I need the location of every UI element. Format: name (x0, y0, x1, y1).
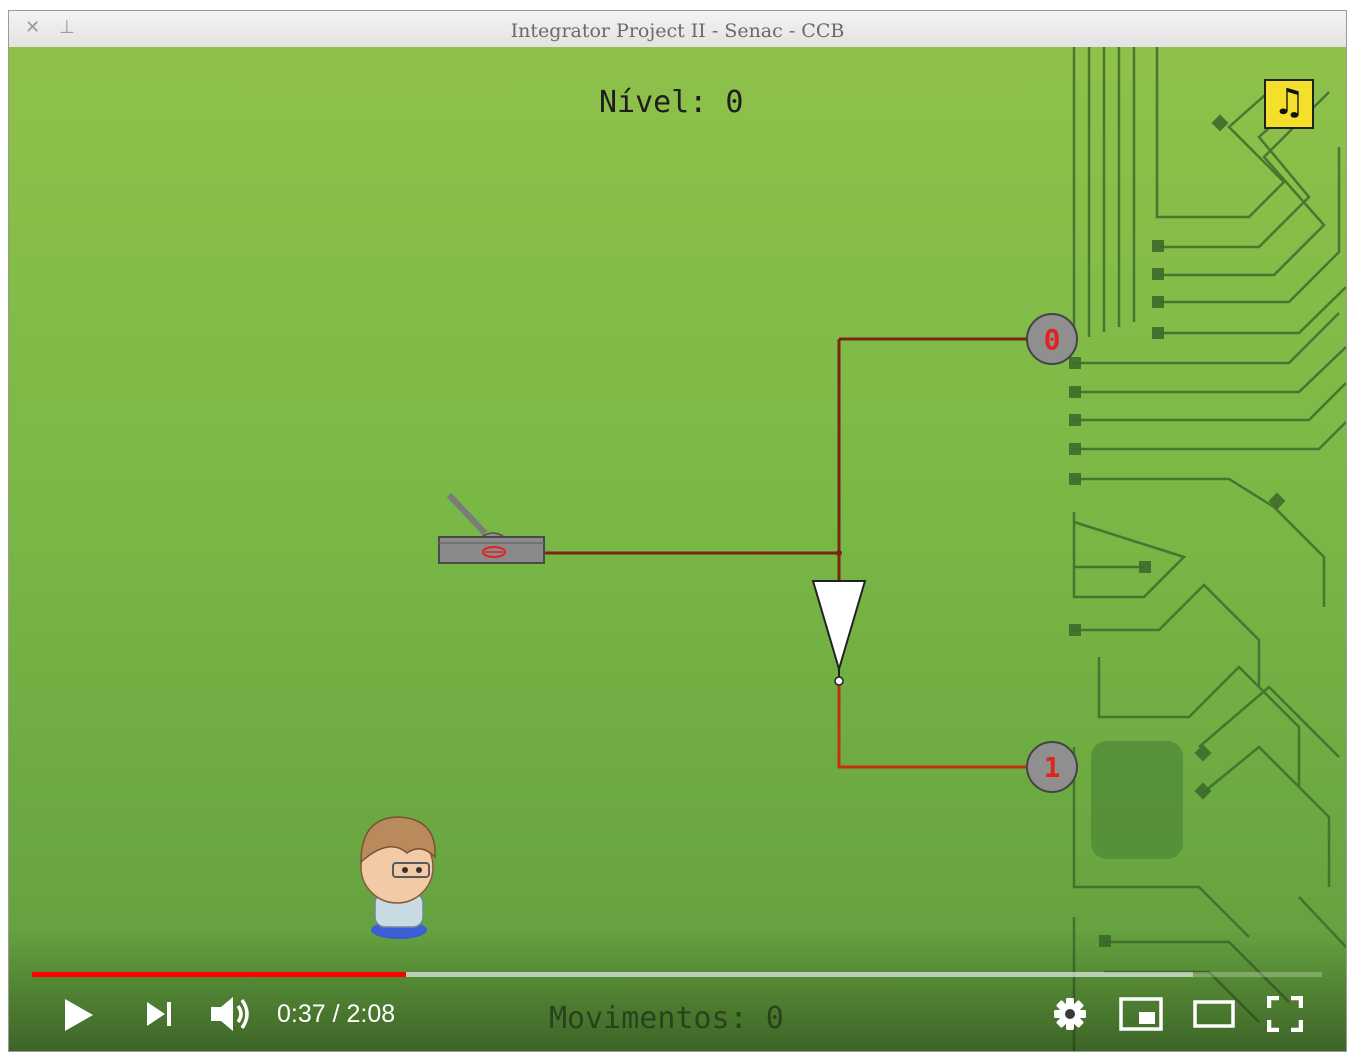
game-scene: 0 1 (360, 47, 1346, 1051)
wire-gate-to-lamp-bottom (837, 683, 1029, 769)
fullscreen-icon[interactable] (1267, 996, 1303, 1032)
lever-switch[interactable] (438, 492, 545, 564)
miniplayer-icon[interactable] (1119, 997, 1163, 1031)
lamp-top-label: 0 (1044, 323, 1061, 356)
skip-next-icon[interactable] (145, 999, 175, 1029)
wire-junction (836, 550, 842, 556)
circuit-wires (544, 337, 1029, 769)
volume-icon[interactable] (209, 994, 253, 1034)
duration: 2:08 (346, 1000, 396, 1028)
settings-icon[interactable] (1053, 997, 1087, 1031)
moves-counter: Movimentos: 0 (549, 1001, 784, 1036)
level-indicator: Nível: 0 (599, 85, 744, 120)
title-bar: ✕ ⊥ Integrator Project II - Senac - CCB (9, 11, 1346, 48)
current-time: 0:37 (277, 1000, 326, 1028)
progress-played (32, 972, 407, 977)
not-gate (811, 580, 867, 686)
player-character (360, 816, 436, 939)
time-separator: / (332, 1000, 340, 1028)
game-canvas[interactable]: 0 1 Nível: 0 ♫ Movimentos: 0 (9, 47, 1346, 1051)
lamp-output-bottom: 1 (1026, 741, 1078, 793)
lamp-output-top: 0 (1026, 313, 1078, 365)
music-toggle-button[interactable]: ♫ (1264, 79, 1314, 129)
circuit-chip (1091, 741, 1183, 859)
theater-icon[interactable] (1193, 1000, 1235, 1028)
play-icon[interactable] (61, 997, 95, 1033)
window-title: Integrator Project II - Senac - CCB (510, 20, 845, 42)
circuit-board-decoration (1072, 47, 1346, 1051)
video-progress-bar[interactable] (32, 972, 1322, 977)
time-display: 0:37 / 2:08 (277, 999, 395, 1029)
lamp-bottom-label: 1 (1044, 751, 1061, 784)
app-window: ✕ ⊥ Integrator Project II - Senac - CCB (8, 10, 1347, 1052)
music-note-icon: ♫ (1272, 82, 1306, 123)
